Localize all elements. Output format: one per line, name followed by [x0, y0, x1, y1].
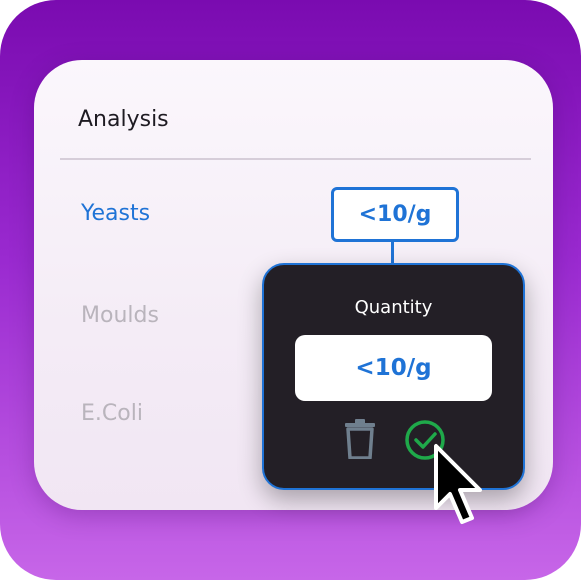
quantity-input[interactable]: <10/g: [295, 335, 492, 401]
row-label-moulds[interactable]: Moulds: [81, 303, 159, 328]
popover-connector: [391, 242, 394, 264]
cursor-icon: [434, 444, 482, 524]
divider: [60, 158, 531, 160]
quantity-label: Quantity: [354, 297, 433, 318]
card-title: Analysis: [78, 107, 169, 132]
trash-icon[interactable]: [344, 419, 376, 459]
row-label-yeasts[interactable]: Yeasts: [81, 201, 150, 226]
yeasts-value-chip[interactable]: <10/g: [331, 187, 459, 242]
row-label-ecoli[interactable]: E.Coli: [81, 401, 143, 426]
